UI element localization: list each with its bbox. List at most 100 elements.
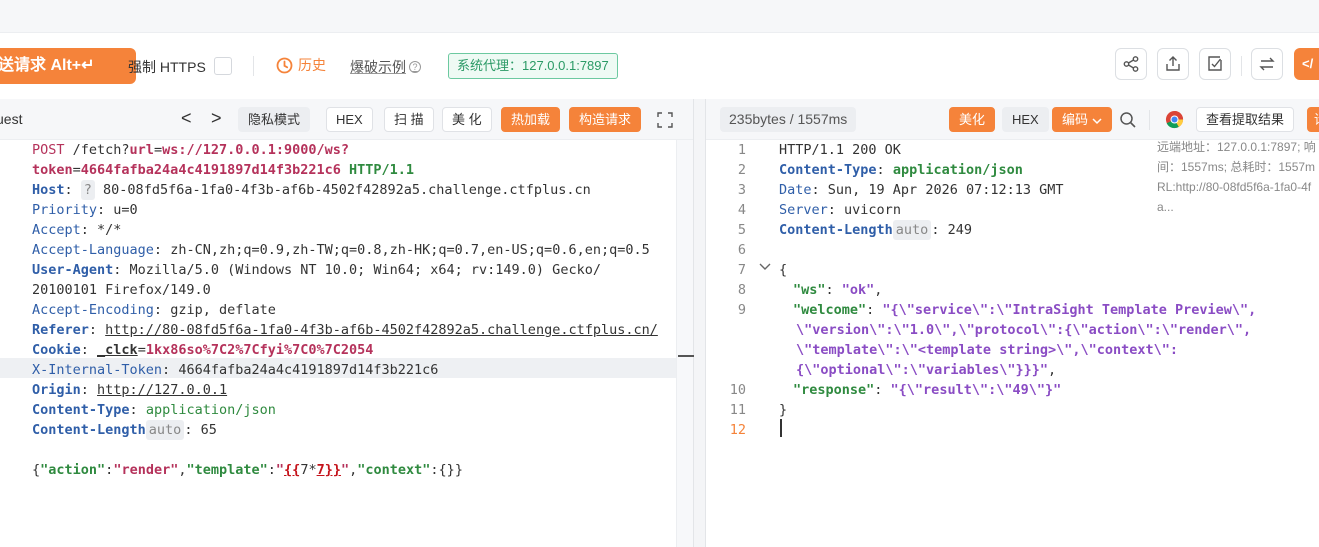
search-icon[interactable] [1119,111,1137,129]
json-response-line: "response": "{\"result\":\"49\"}" [793,382,1062,398]
export-button[interactable] [1157,48,1189,80]
response-header-content-type: Content-Type: application/json [779,162,1023,178]
json-welcome-line-cont: \"template\":\"<template string>\",\"con… [796,342,1179,358]
encoding-label: 编码 [1062,112,1089,127]
request-scroll-thumb[interactable] [678,355,694,357]
beautify-button[interactable]: 美 化 [442,107,492,132]
header-accept: Accept: */* [32,222,122,238]
history-button[interactable]: 历史 [276,55,326,75]
response-header-date: Date: Sun, 19 Apr 2026 07:12:13 GMT [779,182,1064,198]
edit-check-icon [1208,56,1222,71]
hex-button[interactable]: HEX [326,107,373,132]
prev-arrow-icon[interactable]: < [181,109,192,127]
edit-check-button[interactable] [1199,48,1231,80]
request-line: POST /fetch?url=ws://127.0.0.1:9000/ws? [32,142,350,158]
chrome-icon[interactable] [1165,110,1184,129]
share-button[interactable] [1115,48,1147,80]
response-header-server: Server: uvicorn [779,202,901,218]
request-editor[interactable]: POST /fetch?url=ws://127.0.0.1:9000/ws? … [0,140,693,547]
main-toolbar: 送请求 Alt+↵ 强制 HTTPS 历史 爆破示例 ? 系统代理：127.0.… [0,33,1319,99]
header-accept-language: Accept-Language: zh-CN,zh;q=0.9,zh-TW;q=… [32,242,650,258]
json-welcome-line-cont: {\"optional\":\"variables\"}}}", [796,362,1057,378]
code-button[interactable]: </ [1294,48,1319,80]
response-header-content-length: Content-Length auto: 249 [779,220,972,240]
toolbar-divider [1241,56,1242,76]
request-line-cont: token=4664fafba24a4c4191897d14f3b221c6 H… [32,162,415,178]
response-panel: 235bytes / 1557ms 美化 HEX 编码 查看提取结果 请 1 2… [705,99,1319,547]
header-referer: Referer: http://80-08fd5f6a-1fa0-4f3b-af… [32,322,658,338]
header-host: Host: ? 80-08fd5f6a-1fa0-4f3b-af6b-4502f… [32,180,591,200]
response-extra-button[interactable]: 请 [1307,107,1319,132]
panel-splitter[interactable] [694,99,705,547]
line-number: 2 [737,162,746,178]
request-panel-header: uest < > 隐私模式 HEX 扫 描 美 化 热加载 构造请求 [0,99,693,140]
request-panel: uest < > 隐私模式 HEX 扫 描 美 化 热加载 构造请求 POST … [0,99,694,547]
encoding-dropdown[interactable]: 编码 [1052,107,1112,132]
line-number: 9 [737,302,746,318]
window-top-strip [0,0,1319,33]
line-number: 7 [737,262,746,278]
header-content-type: Content-Type: application/json [32,402,276,418]
line-number: 8 [737,282,746,298]
force-https-checkbox[interactable] [214,57,232,75]
upload-icon [1166,56,1180,71]
header-accept-encoding: Accept-Encoding: gzip, deflate [32,302,276,318]
json-open-brace: { [779,262,788,278]
response-info-line: 间：1557ms; 总耗时：1557m [1157,160,1316,174]
chevron-down-icon [1092,118,1102,124]
line-number: 4 [737,202,746,218]
private-mode-button[interactable]: 隐私模式 [238,107,311,132]
brute-examples-label: 爆破示例 [350,59,406,75]
header-cookie: Cookie: _clck=1kx86so%7C2%7Cfyi%7C0%7C20… [32,342,374,358]
header-user-agent: User-Agent: Mozilla/5.0 (Windows NT 10.0… [32,262,601,278]
response-hex-button[interactable]: HEX [1002,107,1049,132]
toolbar-divider [253,56,254,76]
share-icon [1123,56,1139,72]
request-panel-title: uest [0,111,23,127]
line-number: 6 [737,242,746,258]
header-user-agent-cont: 20100101 Firefox/149.0 [32,282,211,298]
json-welcome-line: "welcome": "{\"service\":\"IntraSight Te… [793,302,1257,318]
header-priority: Priority: u=0 [32,202,138,218]
line-number-active: 12 [729,422,746,438]
header-divider [1149,110,1150,130]
header-origin: Origin: http://127.0.0.1 [32,382,228,398]
line-number: 11 [729,402,746,418]
brute-examples-link[interactable]: 爆破示例 ? [350,57,421,77]
request-body: {"action":"render","template":"{{7*7}}",… [32,462,463,478]
response-beautify-button[interactable]: 美化 [949,107,996,132]
json-close-brace: } [779,402,788,418]
hot-load-button[interactable]: 热加载 [501,107,561,132]
json-welcome-line-cont: \"version\":\"1.0\",\"protocol\":{\"acti… [796,322,1252,338]
history-label: 历史 [298,57,326,73]
help-icon[interactable]: ? [409,61,421,73]
scan-button[interactable]: 扫 描 [384,107,434,132]
line-number: 10 [729,382,746,398]
expand-icon[interactable] [656,111,674,129]
send-request-button[interactable]: 送请求 Alt+↵ [0,48,136,84]
response-info-line: a... [1157,200,1174,214]
response-info-line: RL:http://80-08fd5f6a-1fa0-4f [1157,180,1312,194]
response-size-badge: 235bytes / 1557ms [720,107,857,132]
response-status-line: HTTP/1.1 200 OK [779,142,901,158]
clock-icon [276,57,293,73]
line-number: 5 [737,222,746,238]
line-number: 1 [737,142,746,158]
build-request-button[interactable]: 构造请求 [569,107,642,132]
response-info-line: 远端地址：127.0.0.1:7897; 响 [1157,140,1316,154]
header-content-length: Content-Length auto: 65 [32,420,217,440]
response-viewer[interactable]: 1 2 3 4 5 6 7 8 9 10 11 12 HTTP/1.1 200 … [706,140,1319,547]
swap-button[interactable] [1251,48,1283,80]
fold-chevron-icon[interactable] [758,262,772,272]
response-panel-header: 235bytes / 1557ms 美化 HEX 编码 查看提取结果 请 [706,99,1319,140]
request-scrollbar[interactable] [676,140,693,547]
text-cursor [780,419,782,437]
json-ws-line: "ws": "ok", [793,282,883,298]
view-extract-button[interactable]: 查看提取结果 [1196,107,1295,132]
swap-icon [1259,57,1275,71]
line-number: 3 [737,182,746,198]
next-arrow-icon[interactable]: > [211,109,222,127]
system-proxy-badge[interactable]: 系统代理：127.0.0.1:7897 [448,53,618,79]
header-x-internal-token: X-Internal-Token: 4664fafba24a4c4191897d… [32,362,439,378]
force-https-label: 强制 HTTPS [128,59,206,75]
